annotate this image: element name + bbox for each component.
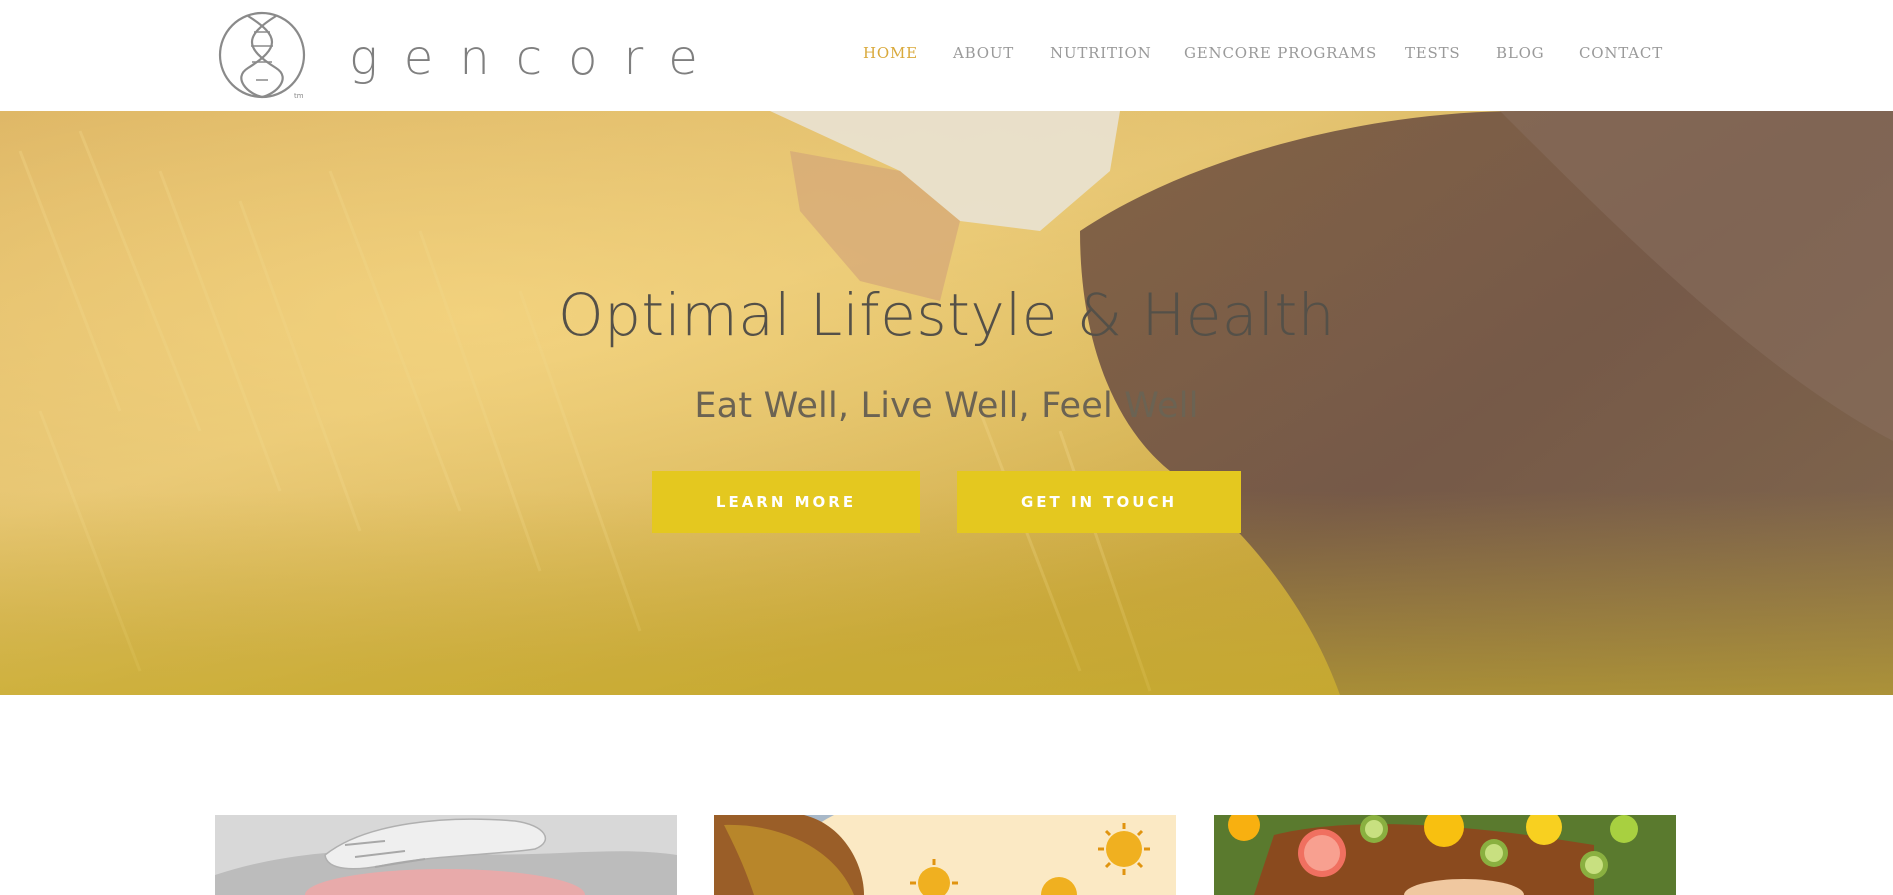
hero-banner: Optimal Lifestyle & Health Eat Well, Liv… xyxy=(0,111,1893,695)
nav-item-gencore-programs[interactable]: GENCORE PROGRAMS xyxy=(1184,44,1377,62)
feature-card-back-pain[interactable] xyxy=(215,815,677,895)
nav-item-contact[interactable]: CONTACT xyxy=(1579,44,1663,62)
get-in-touch-button[interactable]: GET IN TOUCH xyxy=(957,471,1241,533)
feature-card-citrus[interactable] xyxy=(1214,815,1676,895)
hero-title: Optimal Lifestyle & Health xyxy=(557,281,1336,349)
hero-subtitle: Eat Well, Live Well, Feel Well xyxy=(694,386,1199,426)
learn-more-button[interactable]: LEARN MORE xyxy=(652,471,920,533)
nav-item-about[interactable]: ABOUT xyxy=(953,44,1014,62)
main-navigation: HOME ABOUT NUTRITION GENCORE PROGRAMS TE… xyxy=(0,44,1893,66)
citrus-fruit-image xyxy=(1214,815,1676,895)
back-pain-image xyxy=(215,815,677,895)
trademark-mark: tm xyxy=(294,92,304,100)
sun-illustration-image xyxy=(714,815,1176,895)
nav-item-nutrition[interactable]: NUTRITION xyxy=(1050,44,1152,62)
site-header: tm gencore HOME ABOUT NUTRITION GENCORE … xyxy=(0,0,1893,111)
nav-item-blog[interactable]: BLOG xyxy=(1496,44,1544,62)
feature-card-sun[interactable] xyxy=(714,815,1176,895)
nav-item-tests[interactable]: TESTS xyxy=(1405,44,1461,62)
nav-item-home[interactable]: HOME xyxy=(863,44,918,62)
